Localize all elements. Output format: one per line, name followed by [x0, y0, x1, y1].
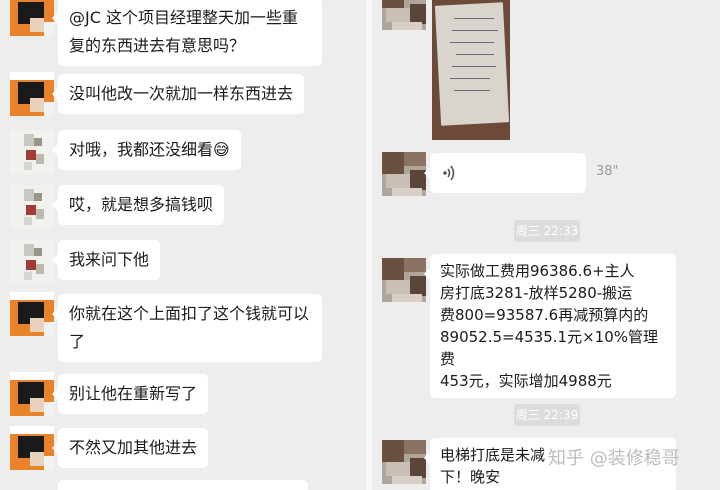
timestamp: 周三 22:33 [514, 220, 580, 242]
message-bubble[interactable]: 对哦，我都还没细看😅 [52, 130, 241, 170]
avatar[interactable] [382, 152, 426, 196]
message-line: @JC 这个项目经理整天加一些重 [69, 8, 298, 27]
message-bubble[interactable]: 实际做工费用96386.6+主人 房打底3281-放样5280-搬运 费800=… [424, 254, 676, 398]
message-bubble[interactable]: 不然又加其他进去 [51, 428, 209, 468]
avatar[interactable] [10, 292, 54, 336]
avatar[interactable] [10, 372, 54, 416]
right-chat-panel[interactable]: 38" 周三 22:33 实际做工费用96386.6+主人 房打底3281-放样… [372, 0, 720, 490]
message-line: 我来问下他 [69, 250, 150, 269]
avatar[interactable] [10, 185, 54, 229]
message-line: 房打底3281-放样5280-搬运 [440, 284, 633, 302]
message-line: 你就在这个上面扣了这个钱就可以 [69, 304, 310, 323]
avatar[interactable] [10, 72, 54, 116]
avatar[interactable] [10, 130, 54, 174]
avatar[interactable] [382, 258, 426, 302]
voice-message-bubble[interactable] [424, 153, 586, 193]
handwritten-note-photo[interactable] [432, 0, 510, 140]
message-bubble[interactable]: 别让他在重新写了 [51, 374, 209, 414]
voice-duration: 38" [596, 164, 619, 179]
avatar[interactable] [10, 426, 54, 470]
timestamp: 周三 22:39 [514, 404, 580, 426]
message-line: 对哦，我都还没细看😅 [69, 140, 230, 159]
message-bubble[interactable]: 你就在这个上面扣了这个钱就可以 了 [52, 294, 322, 362]
message-bubble[interactable]: 哎，就是想多搞钱呗 [51, 185, 225, 225]
avatar[interactable] [10, 240, 54, 284]
message-line: 89052.5=4535.1元×10%管理费 [440, 328, 658, 368]
message-line: 哎，就是想多搞钱呗 [69, 195, 214, 214]
watermark: 知乎 @装修稳哥 [548, 448, 680, 469]
message-line: 了 [69, 332, 86, 351]
avatar[interactable] [382, 0, 426, 30]
partial-message-bubble [58, 480, 308, 490]
voice-wave-icon [443, 165, 455, 181]
avatar[interactable] [382, 440, 426, 484]
message-line: 没叫他改一次就加一样东西进去 [69, 84, 294, 103]
message-line: 不然又加其他进去 [69, 438, 198, 457]
avatar[interactable] [10, 0, 54, 36]
left-chat-panel[interactable]: @JC 这个项目经理整天加一些重 复的东西进去有意思吗？ 没叫他改一次就加一样东… [0, 0, 366, 490]
message-line: 别让他在重新写了 [69, 384, 198, 403]
message-bubble[interactable]: @JC 这个项目经理整天加一些重 复的东西进去有意思吗？ [52, 0, 322, 66]
message-line: 453元，实际增加4988元 [440, 372, 612, 390]
message-line: 费800=93587.6再减预算内的 [440, 306, 649, 324]
message-line: 复的东西进去有意思吗？ [69, 36, 246, 55]
message-line: 实际做工费用96386.6+主人 [440, 262, 635, 280]
message-bubble[interactable]: 没叫他改一次就加一样东西进去 [51, 74, 305, 114]
message-bubble[interactable]: 我来问下他 [51, 240, 161, 280]
